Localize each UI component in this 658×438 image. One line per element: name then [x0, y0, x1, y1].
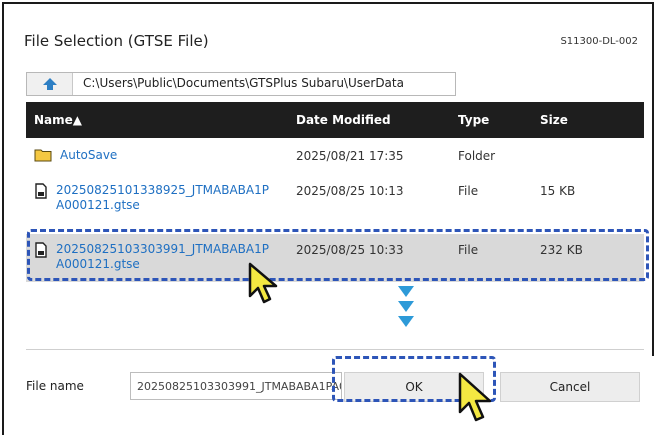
- file-name-label: File name: [26, 379, 84, 393]
- file-icon: [35, 242, 47, 258]
- file-type: Folder: [458, 149, 496, 163]
- table-header: Name▲ Date Modified Type Size: [26, 102, 644, 138]
- dialog-footer: File name 20250825103303991_JTMABABA1PA0…: [4, 356, 656, 435]
- down-arrow-icon: [398, 286, 414, 297]
- table-row[interactable]: 20250825101338925_JTMABABA1P A000121.gts…: [26, 174, 644, 224]
- table-row-selected[interactable]: 20250825103303991_JTMABABA1P A000121.gts…: [26, 234, 644, 282]
- step-arrows: [397, 286, 415, 331]
- file-table: Name▲ Date Modified Type Size AutoSave 2…: [26, 102, 644, 350]
- column-name[interactable]: Name▲: [34, 113, 82, 127]
- current-path: C:\Users\Public\Documents\GTSPlus Subaru…: [83, 76, 404, 90]
- arrow-up-icon: [42, 78, 57, 90]
- column-size[interactable]: Size: [540, 113, 568, 127]
- path-bar: C:\Users\Public\Documents\GTSPlus Subaru…: [26, 72, 456, 96]
- file-type: File: [458, 184, 479, 198]
- file-name: 20250825101338925_JTMABABA1P: [56, 183, 269, 197]
- column-date-modified[interactable]: Date Modified: [296, 113, 391, 127]
- column-type[interactable]: Type: [458, 113, 489, 127]
- file-name: 20250825103303991_JTMABABA1P: [56, 242, 269, 256]
- file-size: 232 KB: [540, 243, 583, 257]
- file-date: 2025/08/25 10:33: [296, 243, 404, 257]
- file-date: 2025/08/25 10:13: [296, 184, 404, 198]
- file-type: File: [458, 243, 479, 257]
- cancel-button[interactable]: Cancel: [500, 372, 640, 402]
- file-name-cont: A000121.gtse: [56, 257, 140, 271]
- file-name-cont: A000121.gtse: [56, 198, 140, 212]
- up-folder-button[interactable]: [27, 73, 73, 95]
- table-row[interactable]: AutoSave 2025/08/21 17:35 Folder: [26, 138, 644, 172]
- folder-icon: [34, 149, 52, 162]
- ok-button[interactable]: OK: [344, 372, 484, 402]
- file-date: 2025/08/21 17:35: [296, 149, 404, 163]
- down-arrow-icon: [398, 301, 414, 312]
- file-size: 15 KB: [540, 184, 576, 198]
- file-name-value: 20250825103303991_JTMABABA1PA000121.gtse: [137, 380, 342, 393]
- file-name: AutoSave: [60, 148, 118, 162]
- dialog-title: File Selection (GTSE File): [24, 32, 209, 50]
- screen-code: S11300-DL-002: [560, 36, 638, 47]
- file-icon: [35, 183, 47, 199]
- file-selection-dialog: File Selection (GTSE File) S11300-DL-002…: [2, 2, 656, 435]
- down-arrow-icon: [398, 316, 414, 327]
- file-name-input[interactable]: 20250825103303991_JTMABABA1PA000121.gtse: [130, 372, 342, 400]
